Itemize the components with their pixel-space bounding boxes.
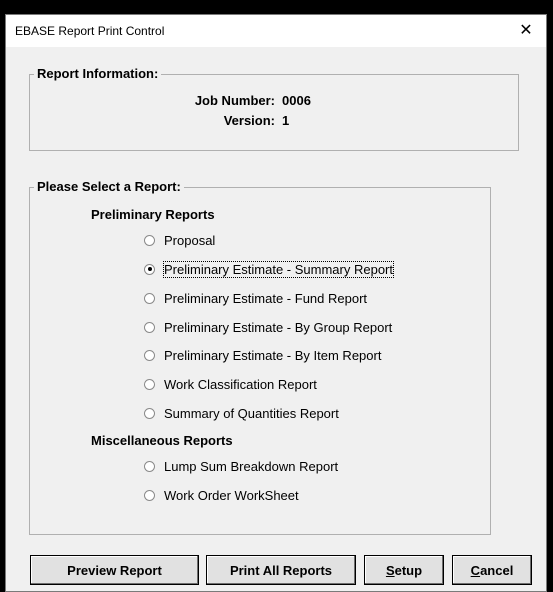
radio-label: Work Classification Report: [164, 376, 317, 392]
setup-mnemonic: S: [385, 562, 395, 578]
radio-work-classification[interactable]: Work Classification Report: [144, 375, 317, 393]
title-bar[interactable]: EBASE Report Print Control ✕: [6, 15, 546, 47]
version-label: Version:: [223, 113, 275, 128]
print-all-reports-button[interactable]: Print All Reports: [206, 555, 356, 585]
radio-label: Preliminary Estimate - By Item Report: [164, 347, 382, 363]
report-print-dialog: EBASE Report Print Control ✕ Report Info…: [5, 14, 547, 592]
radio-lump-sum[interactable]: Lump Sum Breakdown Report: [144, 457, 338, 475]
radio-label: Proposal: [164, 232, 216, 248]
radio-label: Preliminary Estimate - Fund Report: [164, 290, 368, 306]
radio-button[interactable]: [144, 460, 155, 472]
preview-report-button[interactable]: Preview Report: [30, 555, 199, 585]
report-information-group: Report Information: Job Number: 0006 Ver…: [29, 66, 520, 151]
job-number-row: Job Number: 0006: [30, 93, 520, 109]
radio-button-selected[interactable]: [144, 263, 155, 275]
close-icon[interactable]: ✕: [506, 15, 546, 47]
job-number-value: 0006: [282, 93, 311, 108]
radio-button[interactable]: [144, 489, 155, 501]
radio-work-order[interactable]: Work Order WorkSheet: [144, 486, 299, 504]
report-select-legend: Please Select a Report:: [34, 179, 184, 194]
radio-preliminary-summary[interactable]: Preliminary Estimate - Summary Report: [144, 260, 394, 278]
radio-button[interactable]: [144, 378, 155, 390]
radio-preliminary-group[interactable]: Preliminary Estimate - By Group Report: [144, 318, 392, 336]
radio-button[interactable]: [144, 234, 155, 246]
setup-button[interactable]: Setup: [364, 555, 444, 585]
setup-label-rest: etup: [394, 562, 423, 578]
radio-button[interactable]: [144, 292, 155, 304]
radio-button[interactable]: [144, 407, 155, 419]
radio-summary-quantities[interactable]: Summary of Quantities Report: [144, 404, 339, 422]
version-row: Version: 1: [30, 113, 520, 129]
preliminary-reports-heading: Preliminary Reports: [91, 207, 215, 222]
job-number-label: Job Number:: [194, 93, 275, 108]
radio-label: Preliminary Estimate - By Group Report: [164, 319, 393, 335]
radio-button[interactable]: [144, 349, 155, 361]
radio-label: Work Order WorkSheet: [164, 487, 299, 503]
radio-preliminary-item[interactable]: Preliminary Estimate - By Item Report: [144, 346, 381, 364]
cancel-mnemonic: C: [470, 562, 481, 578]
radio-label: Preliminary Estimate - Summary Report: [163, 260, 394, 278]
radio-preliminary-fund[interactable]: Preliminary Estimate - Fund Report: [144, 289, 367, 307]
radio-label: Lump Sum Breakdown Report: [164, 458, 339, 474]
miscellaneous-reports-heading: Miscellaneous Reports: [91, 433, 233, 448]
radio-button[interactable]: [144, 321, 155, 333]
report-information-legend: Report Information:: [34, 66, 162, 81]
radio-proposal[interactable]: Proposal: [144, 231, 215, 249]
cancel-label-rest: ancel: [480, 562, 514, 578]
radio-label: Summary of Quantities Report: [164, 405, 339, 421]
window-title: EBASE Report Print Control: [15, 24, 165, 38]
version-value: 1: [282, 113, 290, 128]
cancel-button[interactable]: Cancel: [452, 555, 532, 585]
